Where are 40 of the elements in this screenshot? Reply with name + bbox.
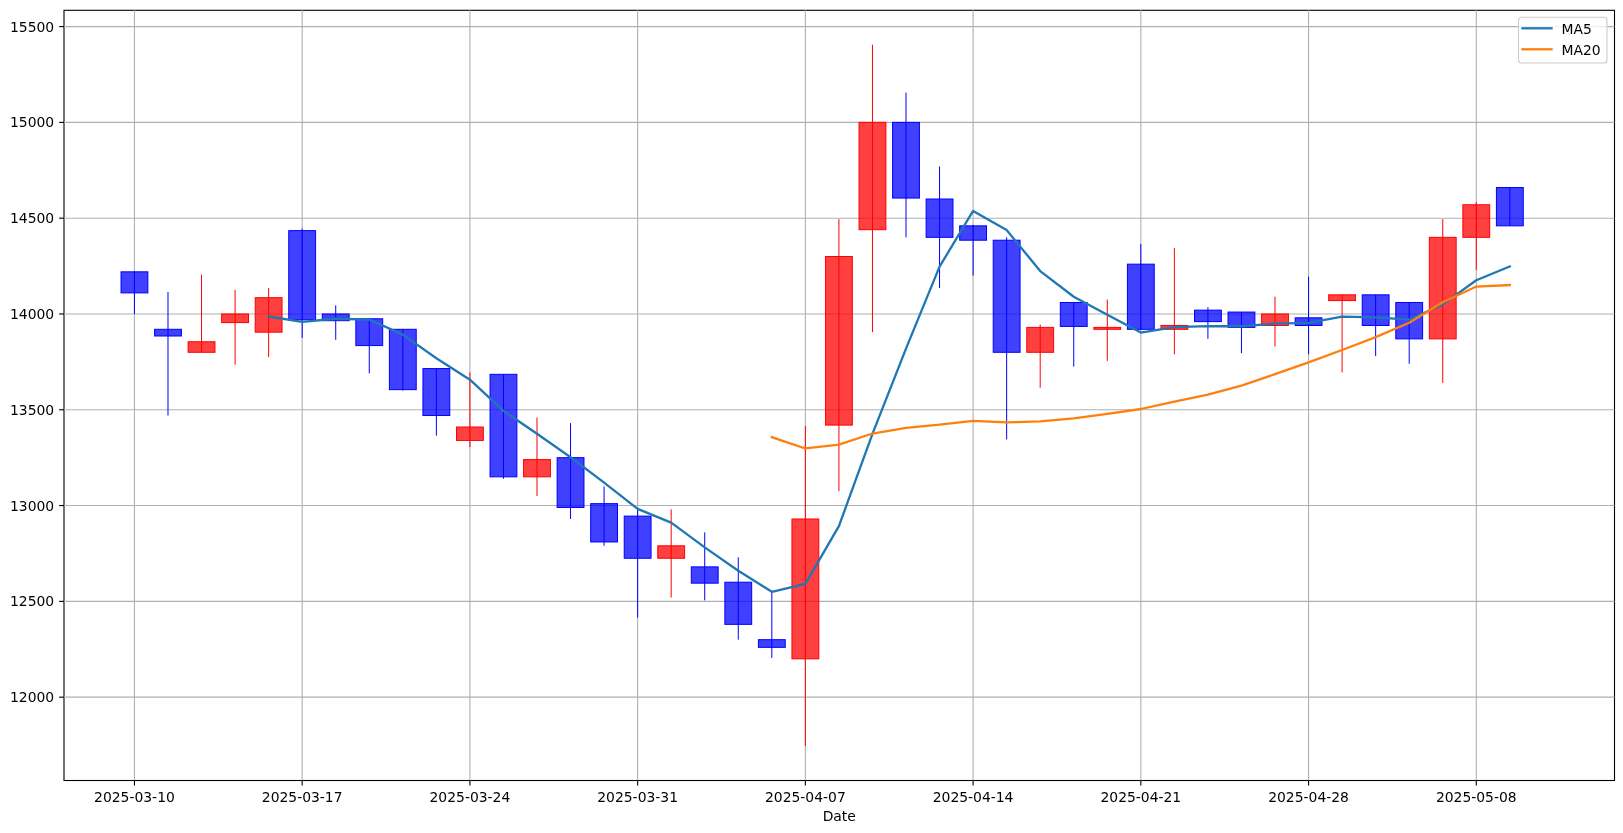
candlestick — [355, 318, 384, 374]
candlestick — [388, 328, 417, 392]
legend-label: MA5 — [1561, 20, 1592, 37]
candlestick — [1194, 306, 1222, 340]
candlestick — [1093, 299, 1122, 362]
y-tick-label: 12000 — [10, 689, 55, 706]
candlestick — [959, 224, 987, 277]
y-tick-label: 15500 — [10, 18, 55, 35]
x-tick-label: 2025-04-07 — [765, 789, 846, 805]
candlestick — [1026, 324, 1055, 389]
x-tick-label: 2025-03-17 — [261, 789, 343, 805]
x-tick-label: 2025-04-14 — [932, 789, 1014, 805]
candlestick — [690, 531, 719, 601]
candlestick — [120, 271, 149, 315]
candlestick — [321, 304, 350, 341]
candlestick — [1462, 201, 1491, 271]
candlestick — [254, 287, 283, 358]
candlestick — [757, 590, 786, 659]
y-tick-label: 15000 — [10, 114, 55, 131]
axis-title: Date — [822, 807, 856, 824]
y-tick-label: 12500 — [10, 593, 55, 610]
candlestick — [1227, 311, 1256, 354]
y-tick-label: 14000 — [10, 305, 55, 322]
candlestick — [422, 368, 451, 437]
x-tick-label: 2025-03-10 — [94, 789, 175, 805]
x-tick-label: 2025-04-21 — [1100, 789, 1182, 805]
legend-label: MA20 — [1561, 41, 1601, 58]
x-tick-label: 2025-03-31 — [597, 789, 678, 805]
x-tick-label: 2025-04-28 — [1268, 789, 1349, 805]
candlestick — [1261, 296, 1289, 348]
candlestick — [590, 485, 618, 547]
candlestick — [1361, 294, 1390, 357]
candlestick — [1059, 302, 1088, 368]
y-tick-label: 13000 — [10, 497, 55, 514]
candlestick — [1395, 302, 1424, 365]
x-tick-label: 2025-05-08 — [1435, 789, 1517, 805]
candlestick — [1495, 187, 1524, 227]
y-tick-label: 13500 — [10, 401, 55, 418]
x-tick-label: 2025-03-24 — [429, 789, 511, 805]
y-tick-label: 14500 — [10, 210, 55, 227]
